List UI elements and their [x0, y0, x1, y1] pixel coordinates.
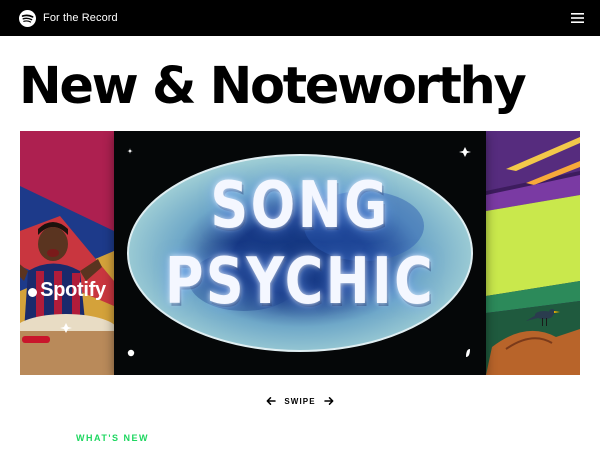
- spotify-logo-icon: [19, 9, 36, 27]
- carousel-controls: SWIPE: [0, 396, 600, 406]
- whats-new-heading: WHAT'S NEW: [76, 433, 149, 443]
- hamburger-menu-icon[interactable]: [571, 12, 584, 24]
- swipe-label: SWIPE: [284, 396, 316, 406]
- card-artwork: [20, 131, 114, 375]
- home-link[interactable]: For the Record: [19, 9, 118, 27]
- card-left-logo-text: Spotify: [20, 279, 114, 302]
- arrow-left-icon[interactable]: [266, 396, 277, 406]
- carousel-card-left[interactable]: Spotify: [20, 131, 114, 375]
- page-title: New & Noteworthy: [19, 57, 527, 116]
- carousel-card-right[interactable]: [486, 131, 580, 375]
- carousel-card-song-psychic[interactable]: SONG PSYCHIC: [114, 131, 486, 375]
- arrow-right-icon[interactable]: [323, 396, 334, 406]
- card-artwork: [486, 131, 580, 375]
- brand-name: For the Record: [43, 12, 118, 24]
- card-title-line1: SONG: [210, 169, 390, 243]
- site-header: For the Record: [0, 0, 600, 36]
- featured-carousel[interactable]: Spotify SONG PSYCHIC: [20, 131, 580, 375]
- card-title-line2: PSYCHIC: [164, 245, 436, 319]
